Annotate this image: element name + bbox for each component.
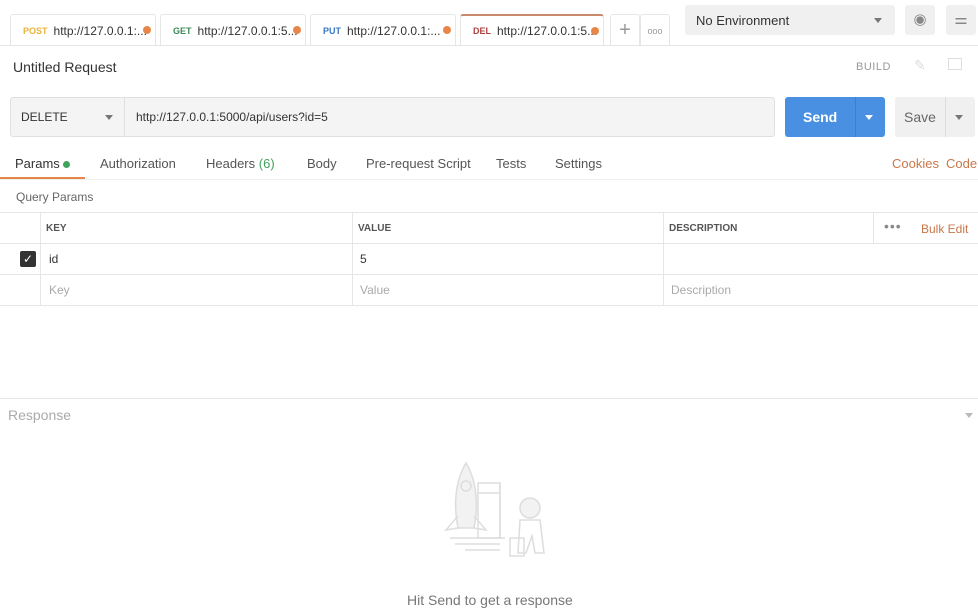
chevron-down-icon[interactable] — [965, 413, 973, 418]
method-label: POST — [23, 25, 48, 36]
tab-post[interactable]: POST http://127.0.0.1:... — [10, 14, 156, 46]
bulk-edit-link[interactable]: Bulk Edit — [921, 222, 968, 236]
key-input[interactable]: Key — [49, 283, 70, 297]
tab-url: http://127.0.0.1:5... — [197, 23, 298, 38]
eye-icon[interactable]: ◉ — [905, 5, 935, 35]
save-label: Save — [904, 109, 936, 125]
divider — [0, 45, 978, 46]
send-button[interactable]: Send — [785, 97, 885, 137]
param-key[interactable]: id — [49, 252, 58, 266]
method-select[interactable]: DELETE — [10, 97, 125, 137]
method-label: DEL — [473, 26, 491, 36]
tab-put[interactable]: PUT http://127.0.0.1:... — [310, 14, 456, 46]
environment-select[interactable]: No Environment — [685, 5, 895, 35]
tab-params[interactable]: Params — [15, 156, 71, 171]
save-button[interactable]: Save — [895, 97, 975, 137]
unsaved-dot-icon — [443, 26, 451, 34]
cookies-link[interactable]: Cookies — [892, 156, 939, 171]
tab-get[interactable]: GET http://127.0.0.1:5... — [160, 14, 306, 46]
rocket-illustration-icon — [444, 461, 545, 557]
query-params-label: Query Params — [16, 190, 94, 204]
request-title: Untitled Request — [13, 59, 117, 75]
comment-icon[interactable] — [948, 58, 962, 70]
chevron-down-icon — [874, 18, 882, 23]
tab-pre-request-script[interactable]: Pre-request Script — [366, 156, 471, 171]
method-label: GET — [173, 25, 192, 36]
method-label: PUT — [323, 25, 341, 36]
response-label: Response — [8, 407, 72, 423]
chevron-down-icon[interactable] — [955, 115, 963, 120]
column-header-key: KEY — [46, 223, 67, 234]
settings-sliders-icon[interactable]: ⚌ — [946, 5, 976, 35]
pencil-icon[interactable]: ✎ — [914, 57, 926, 74]
more-options-icon[interactable]: ••• — [884, 218, 902, 234]
tab-url: http://127.0.0.1:5... — [497, 24, 598, 38]
row-checkbox[interactable]: ✓ — [20, 251, 36, 267]
column-header-description: DESCRIPTION — [669, 223, 738, 234]
tab-url: http://127.0.0.1:... — [53, 23, 147, 38]
tab-url: http://127.0.0.1:... — [347, 23, 441, 38]
tab-delete[interactable]: DEL http://127.0.0.1:5... — [460, 14, 604, 46]
environment-label: No Environment — [696, 13, 790, 28]
new-tab-button[interactable]: + — [610, 14, 640, 46]
url-input[interactable]: http://127.0.0.1:5000/api/users?id=5 — [136, 110, 328, 124]
empty-response-message: Hit Send to get a response — [407, 592, 573, 608]
value-input[interactable]: Value — [360, 283, 390, 297]
code-link[interactable]: Code — [946, 156, 977, 171]
chevron-down-icon — [105, 115, 113, 120]
unsaved-dot-icon — [293, 26, 301, 34]
tab-tests[interactable]: Tests — [496, 156, 526, 171]
column-header-value: VALUE — [358, 223, 392, 234]
tab-body[interactable]: Body — [307, 156, 337, 171]
tab-settings[interactable]: Settings — [555, 156, 602, 171]
method-value: DELETE — [21, 110, 68, 124]
param-value[interactable]: 5 — [360, 252, 367, 266]
status-dot-icon — [63, 161, 71, 168]
more-tabs-button[interactable]: ooo — [640, 14, 670, 46]
tab-authorization[interactable]: Authorization — [100, 156, 176, 171]
tab-headers[interactable]: Headers (6) — [206, 156, 275, 171]
chevron-down-icon[interactable] — [865, 115, 873, 120]
description-input[interactable]: Description — [671, 283, 731, 297]
build-label[interactable]: BUILD — [856, 61, 891, 73]
unsaved-dot-icon — [143, 26, 151, 34]
send-label: Send — [803, 109, 838, 125]
unsaved-dot-icon — [591, 27, 599, 35]
